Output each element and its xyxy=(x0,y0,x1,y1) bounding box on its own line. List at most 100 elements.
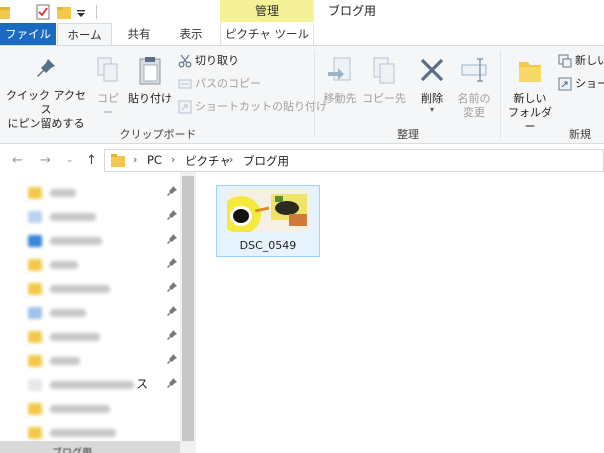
copy-path-label: パスのコピー xyxy=(195,77,261,90)
paste-label: 貼り付け xyxy=(128,92,172,105)
pin-icon xyxy=(37,59,55,77)
chevron-right-icon[interactable]: › xyxy=(133,153,137,166)
folder-icon xyxy=(111,154,125,167)
chevron-down-icon[interactable] xyxy=(76,6,86,22)
copy-to-icon xyxy=(373,57,395,84)
new-folder-label-1: 新しい xyxy=(513,92,547,105)
move-to-button[interactable]: 移動先 xyxy=(318,56,362,106)
address-bar[interactable]: › PC › ピクチャ › ブログ用 xyxy=(104,149,604,172)
up-button[interactable]: ↑ xyxy=(86,153,97,168)
copy-path-icon xyxy=(178,79,192,89)
new-folder-icon xyxy=(519,62,541,82)
nav-item-selected-label: ブログ用 xyxy=(52,444,92,453)
paste-button[interactable]: 貼り付け xyxy=(128,56,172,106)
pin-icon[interactable] xyxy=(166,257,178,269)
new-folder-icon[interactable] xyxy=(57,4,71,20)
pin-icon[interactable] xyxy=(166,305,178,317)
pin-to-quick-access-button[interactable]: クイック アクセス にピン留めする xyxy=(4,56,88,131)
move-to-icon xyxy=(328,57,351,81)
chevron-right-icon[interactable]: › xyxy=(171,153,175,166)
shortcut-icon xyxy=(178,100,192,114)
delete-label: 削除 xyxy=(421,92,443,105)
pin-icon[interactable] xyxy=(166,209,178,221)
nav-item[interactable] xyxy=(28,352,168,368)
forward-button[interactable]: → xyxy=(40,153,51,168)
nav-item[interactable] xyxy=(28,256,168,272)
nav-scrollbar-thumb[interactable] xyxy=(182,176,194,441)
pin-icon[interactable] xyxy=(166,353,178,365)
divider xyxy=(96,5,97,19)
easy-access-icon xyxy=(558,77,572,91)
pin-label-1: クイック アクセス xyxy=(6,89,86,116)
nav-item[interactable] xyxy=(28,424,168,440)
copy-to-button[interactable]: コピー先 xyxy=(362,56,406,106)
nav-item[interactable] xyxy=(28,304,168,320)
copy-path-button[interactable]: パスのコピー xyxy=(178,77,261,91)
title-bar: 管理 ブログ用 xyxy=(0,0,604,24)
rename-label-1: 名前の xyxy=(457,92,491,105)
breadcrumb-blog[interactable]: ブログ用 xyxy=(243,153,289,169)
clipboard-group-label: クリップボード xyxy=(119,128,197,141)
pin-icon[interactable] xyxy=(166,185,178,197)
breadcrumb-pc[interactable]: PC xyxy=(147,153,162,167)
pin-icon[interactable] xyxy=(166,233,178,245)
nav-item-label: ス xyxy=(136,377,149,391)
copy-icon xyxy=(97,57,118,82)
scissors-icon xyxy=(178,54,192,68)
new-item-button[interactable]: 新しい xyxy=(558,54,604,68)
new-folder-button[interactable]: 新しい フォルダー xyxy=(504,56,556,134)
nav-item[interactable] xyxy=(28,280,168,296)
recent-locations-chevron-icon[interactable]: ⌄ xyxy=(66,155,74,165)
breadcrumb-pictures[interactable]: ピクチャ xyxy=(185,153,231,169)
pin-label-2: にピン留めする xyxy=(7,117,85,130)
nav-item[interactable] xyxy=(28,232,168,248)
properties-icon[interactable] xyxy=(36,4,50,20)
tab-file[interactable]: ファイル xyxy=(0,23,56,45)
chevron-down-icon: ▾ xyxy=(429,105,434,114)
file-name: DSC_0549 xyxy=(239,239,297,252)
folder-icon[interactable] xyxy=(0,4,10,20)
paste-icon xyxy=(139,57,161,85)
ribbon-tabs: ファイル ホーム 共有 表示 ピクチャ ツール xyxy=(0,23,604,46)
pin-icon[interactable] xyxy=(166,281,178,293)
delete-icon xyxy=(420,58,444,82)
new-folder-label-2: フォルダー xyxy=(508,106,552,133)
cut-button[interactable]: 切り取り xyxy=(178,54,239,68)
back-button[interactable]: ← xyxy=(12,153,23,168)
cut-label: 切り取り xyxy=(195,54,239,67)
easy-access-label: ショー xyxy=(575,77,604,90)
rename-button[interactable]: 名前の 変更 xyxy=(452,56,496,120)
image-thumbnail xyxy=(227,190,309,232)
organize-group-label: 整理 xyxy=(397,128,419,141)
tab-picture-tools[interactable]: ピクチャ ツール xyxy=(220,23,314,45)
nav-item[interactable] xyxy=(28,184,168,200)
new-group-label: 新規 xyxy=(569,128,591,141)
nav-item[interactable] xyxy=(28,208,168,224)
file-item[interactable]: DSC_0549 xyxy=(216,185,320,257)
paste-shortcut-button[interactable]: ショートカットの貼り付け xyxy=(178,100,327,114)
context-tab-manage[interactable]: 管理 xyxy=(220,0,314,22)
divider xyxy=(314,50,315,138)
rename-label-2: 変更 xyxy=(463,106,485,119)
copy-button[interactable]: コピー xyxy=(92,56,124,120)
tab-home[interactable]: ホーム xyxy=(57,23,112,46)
tab-view[interactable]: 表示 xyxy=(166,23,216,45)
new-item-icon xyxy=(558,54,572,68)
pin-icon[interactable] xyxy=(166,377,178,389)
easy-access-button[interactable]: ショー xyxy=(558,77,604,91)
rename-icon xyxy=(461,58,487,82)
new-item-label: 新しい xyxy=(575,54,604,67)
move-to-label: 移動先 xyxy=(323,92,357,105)
nav-item[interactable] xyxy=(28,400,168,416)
nav-item[interactable] xyxy=(28,328,168,344)
chevron-right-icon[interactable]: › xyxy=(229,153,233,166)
pin-icon[interactable] xyxy=(166,329,178,341)
copy-label: コピー xyxy=(97,92,119,119)
tab-share[interactable]: 共有 xyxy=(114,23,164,45)
copy-to-label: コピー先 xyxy=(362,92,406,105)
window-title: ブログ用 xyxy=(328,4,377,18)
delete-button[interactable]: 削除 ▾ xyxy=(412,56,452,114)
divider xyxy=(500,50,501,138)
paste-shortcut-label: ショートカットの貼り付け xyxy=(195,100,327,113)
ribbon: クイック アクセス にピン留めする コピー 貼り付け 切り取り パスのコピー シ… xyxy=(0,45,604,144)
